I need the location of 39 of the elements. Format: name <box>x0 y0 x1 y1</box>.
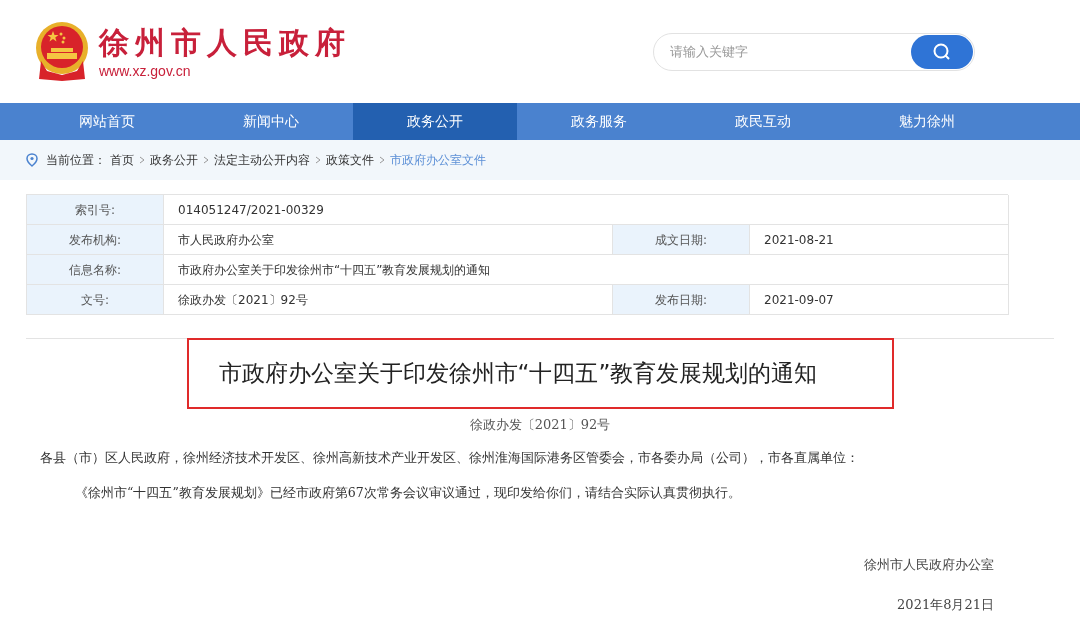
chevron-icon <box>203 156 209 164</box>
nav-tab[interactable]: 政务服务 <box>517 103 681 140</box>
search-field[interactable]: 请输入关键字 <box>653 32 975 71</box>
value-cell: 2021-08-21 <box>750 225 1009 255</box>
label-cell: 索引号: <box>27 195 164 225</box>
breadcrumb-link[interactable]: 法定主动公开内容 <box>214 151 310 169</box>
value-cell: 徐政办发〔2021〕92号 <box>164 285 613 315</box>
value-cell: 市人民政府办公室 <box>164 225 613 255</box>
nav-tab[interactable]: 魅力徐州 <box>845 103 1009 140</box>
search-button[interactable] <box>911 34 973 69</box>
nav-tab[interactable]: 网站首页 <box>25 103 189 140</box>
label-cell: 信息名称: <box>27 255 164 285</box>
breadcrumb-link[interactable]: 政务公开 <box>150 151 198 169</box>
label-cell: 发布机构: <box>27 225 164 255</box>
location-pin-icon <box>26 153 38 167</box>
label-cell: 文号: <box>27 285 164 315</box>
breadcrumb-link[interactable]: 市政府办公室文件 <box>390 151 486 169</box>
nav-tab[interactable]: 政民互动 <box>681 103 845 140</box>
article-title: 市政府办公室关于印发徐州市“十四五”教育发展规划的通知 <box>218 359 818 389</box>
breadcrumb-link[interactable]: 首页 <box>110 151 134 169</box>
chevron-icon <box>379 156 385 164</box>
document-number: 徐政办发〔2021〕92号 <box>469 416 611 434</box>
value-cell: 2021-09-07 <box>750 285 1009 315</box>
signature: 徐州市人民政府办公室 <box>864 556 994 574</box>
breadcrumb-label: 当前位置： <box>46 152 106 169</box>
label-cell: 发布日期: <box>613 285 750 315</box>
chevron-icon <box>139 156 145 164</box>
breadcrumb-link[interactable]: 政策文件 <box>326 151 374 169</box>
site-url: www.xz.gov.cn <box>99 61 192 80</box>
label-cell: 成文日期: <box>613 225 750 255</box>
search-icon <box>933 42 951 61</box>
body-paragraph: 《徐州市“十四五”教育发展规划》已经市政府第67次常务会议审议通过，现印发给你们，请结合实际认真贯彻执行。 <box>74 484 742 503</box>
signature-date: 2021年8月21日 <box>897 595 994 614</box>
chevron-icon <box>315 156 321 164</box>
emblem-logo <box>33 20 91 83</box>
nav-tab[interactable]: 政务公开 <box>353 103 517 140</box>
body-paragraph: 各县（市）区人民政府，徐州经济技术开发区、徐州高新技术产业开发区、徐州淮海国际港务区管委会，市各委办局（公司），市各直属单位： <box>40 448 860 467</box>
site-title: 徐州市人民政府 <box>99 23 351 62</box>
nav-tab[interactable]: 新闻中心 <box>189 103 353 140</box>
